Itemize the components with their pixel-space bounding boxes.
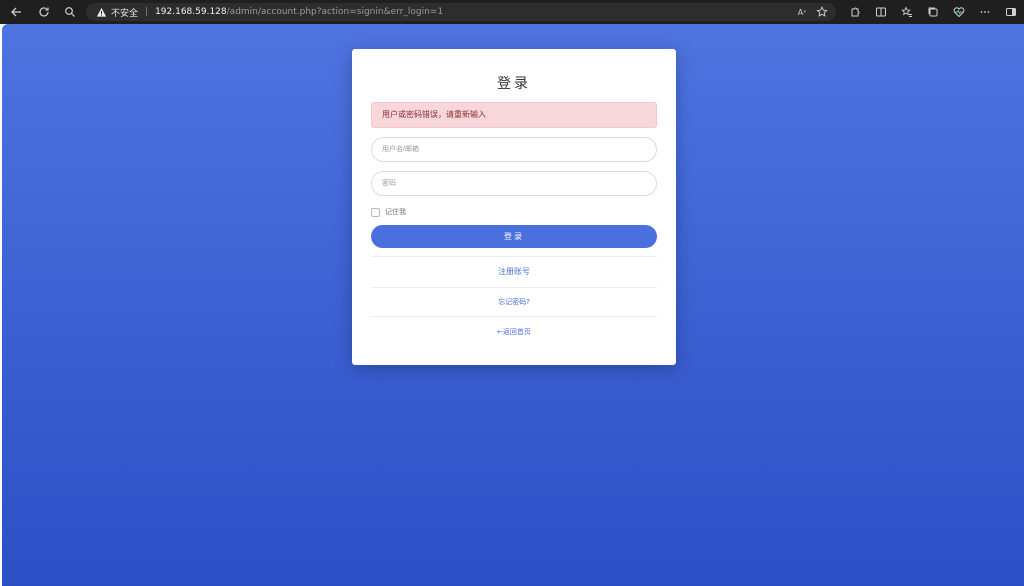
url-path[interactable]: /admin/account.php?action=signin&err_log… xyxy=(227,7,443,17)
page-background: 登录 用户或密码错误，请重新输入 记住我 登录 注册账号 忘记密码? ←返回首页 xyxy=(2,24,1024,586)
search-button[interactable] xyxy=(60,2,80,22)
heart-pulse-icon xyxy=(953,7,965,18)
browser-essentials-button[interactable] xyxy=(946,0,972,24)
extensions-button[interactable] xyxy=(842,0,868,24)
favorites-button[interactable] xyxy=(894,0,920,24)
login-button[interactable]: 登录 xyxy=(371,225,657,248)
remember-me-label[interactable]: 记住我 xyxy=(385,207,406,217)
address-separator: | xyxy=(145,7,149,17)
insecure-label[interactable]: 不安全 xyxy=(111,6,138,19)
puzzle-icon xyxy=(851,7,860,17)
arrow-left-icon xyxy=(11,7,21,17)
more-menu-button[interactable] xyxy=(972,0,998,24)
search-icon xyxy=(65,7,75,17)
favorites-icon xyxy=(901,6,912,17)
register-link[interactable]: 注册账号 xyxy=(371,257,657,287)
username-input[interactable] xyxy=(371,137,657,162)
forgot-password-link[interactable]: 忘记密码? xyxy=(371,288,657,316)
sidebar-icon xyxy=(1006,8,1016,16)
browser-extensions xyxy=(842,0,1024,24)
login-card: 登录 用户或密码错误，请重新输入 记住我 登录 注册账号 忘记密码? ←返回首页 xyxy=(352,49,676,365)
refresh-button[interactable] xyxy=(34,2,54,22)
ellipsis-icon xyxy=(980,11,990,13)
refresh-icon xyxy=(39,7,49,17)
collections-button[interactable] xyxy=(920,0,946,24)
back-home-link[interactable]: ←返回首页 xyxy=(371,317,657,347)
sidebar-button[interactable] xyxy=(998,0,1024,24)
url-host[interactable]: 192.168.59.128 xyxy=(155,7,227,17)
collections-icon xyxy=(928,7,938,17)
error-alert: 用户或密码错误，请重新输入 xyxy=(371,102,657,128)
password-input[interactable] xyxy=(371,171,657,196)
favorite-star-icon[interactable] xyxy=(816,6,828,18)
split-screen-button[interactable] xyxy=(868,0,894,24)
remember-me-checkbox[interactable] xyxy=(371,207,380,217)
browser-toolbar: 不安全 | 192.168.59.128/admin/account.php?a… xyxy=(0,0,1024,24)
back-button[interactable] xyxy=(6,2,26,22)
split-screen-icon xyxy=(876,7,886,17)
read-aloud-icon[interactable]: A» xyxy=(796,6,808,18)
address-bar[interactable]: 不安全 | 192.168.59.128/admin/account.php?a… xyxy=(86,3,836,21)
address-bar-actions: A» xyxy=(796,3,828,21)
remember-me-row[interactable]: 记住我 xyxy=(371,206,657,218)
warning-icon[interactable] xyxy=(96,7,107,18)
login-title: 登录 xyxy=(497,76,531,92)
